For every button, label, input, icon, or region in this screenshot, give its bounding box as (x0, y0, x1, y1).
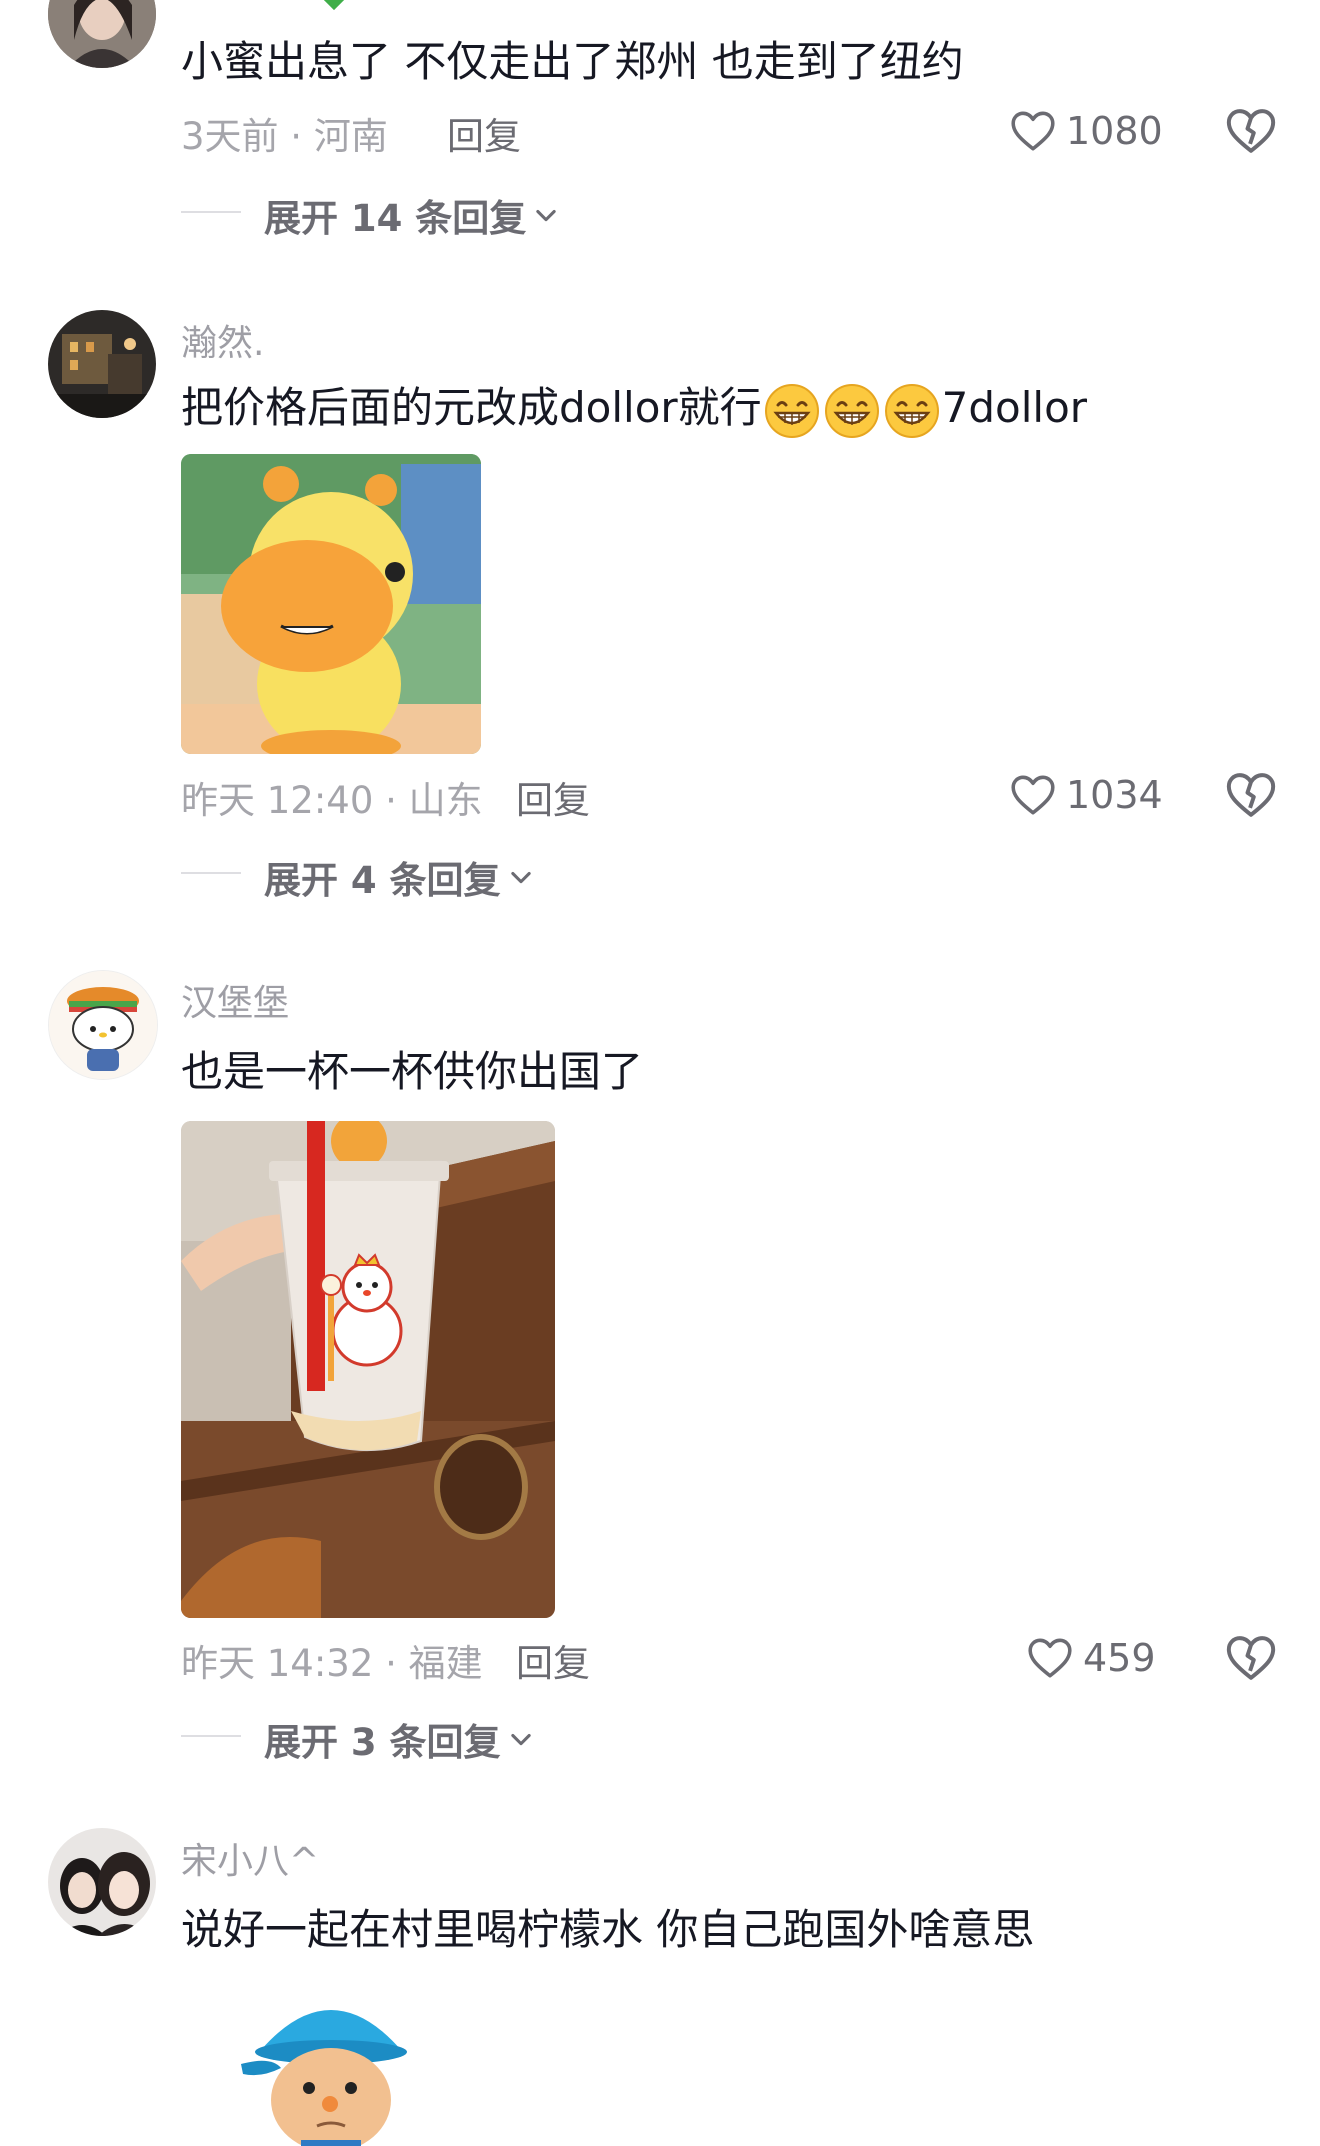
expand-replies-label: 展开 4 条回复 (264, 859, 501, 902)
comment-time: 昨天 12:40 · 山东 (181, 779, 483, 822)
grin-emoji-icon (764, 383, 819, 438)
comment-text: 小蜜出息了 不仅走出了郑州 也走到了纽约 (181, 37, 964, 86)
reply-button[interactable]: 回复 (516, 770, 590, 824)
like-count: 1080 (1066, 109, 1163, 153)
avatar[interactable] (48, 0, 156, 68)
comment-text: 说好一起在村里喝柠檬水 你自己跑国外啥意思 (181, 1905, 1035, 1954)
chevron-down-icon (536, 209, 556, 222)
expand-divider (181, 872, 241, 874)
expand-divider (181, 1735, 241, 1737)
username[interactable]: 汉堡堡 (181, 974, 289, 1026)
comment-text: 把价格后面的元改成dollor就行 7dollor (181, 374, 1087, 439)
avatar[interactable] (48, 970, 158, 1080)
expand-replies-button[interactable]: 展开 3 条回复 (264, 1712, 535, 1766)
comment-time: 昨天 14:32 · 福建 (181, 1642, 483, 1685)
grin-emoji-icon (824, 383, 879, 438)
avatar[interactable] (48, 1828, 156, 1936)
chevron-down-icon (510, 871, 531, 884)
heart-icon (1011, 111, 1055, 151)
grin-emoji-icon (884, 383, 939, 438)
username[interactable]: 瀚然. (181, 314, 264, 366)
username[interactable]: 宋小八^ (181, 1832, 319, 1884)
expand-replies-label: 展开 3 条回复 (264, 1721, 501, 1764)
expand-replies-button[interactable]: 展开 4 条回复 (264, 850, 535, 904)
comment-image-sticker[interactable] (181, 454, 481, 754)
comment-time: 3天前 · 河南 (181, 115, 388, 158)
comment-image-photo[interactable] (181, 1121, 555, 1618)
comment-text: 也是一杯一杯供你出国了 (181, 1047, 644, 1096)
dislike-icon[interactable] (1223, 1630, 1279, 1686)
like-button[interactable]: 1080 (1008, 103, 1163, 159)
expand-replies-button[interactable]: 展开 14 条回复 (264, 188, 560, 242)
avatar[interactable] (48, 310, 156, 418)
expand-divider (181, 211, 241, 213)
reply-button[interactable]: 回复 (447, 106, 521, 160)
expand-replies-label: 展开 14 条回复 (264, 197, 527, 240)
badge-icon (319, 0, 349, 11)
comment-text-part1: 把价格后面的元改成dollor就行 (181, 383, 762, 432)
like-button[interactable]: 459 (1025, 1630, 1156, 1686)
heart-icon (1028, 1638, 1072, 1678)
like-button[interactable]: 1034 (1008, 767, 1163, 823)
dislike-icon[interactable] (1223, 767, 1279, 823)
comment-image-sticker[interactable] (181, 1980, 481, 2146)
like-count: 1034 (1066, 773, 1163, 817)
dislike-icon[interactable] (1223, 103, 1279, 159)
reply-button[interactable]: 回复 (516, 1633, 590, 1687)
chevron-down-icon (510, 1733, 531, 1746)
comment-text-part2: 7dollor (941, 383, 1088, 432)
heart-icon (1011, 775, 1055, 815)
like-count: 459 (1083, 1636, 1156, 1680)
